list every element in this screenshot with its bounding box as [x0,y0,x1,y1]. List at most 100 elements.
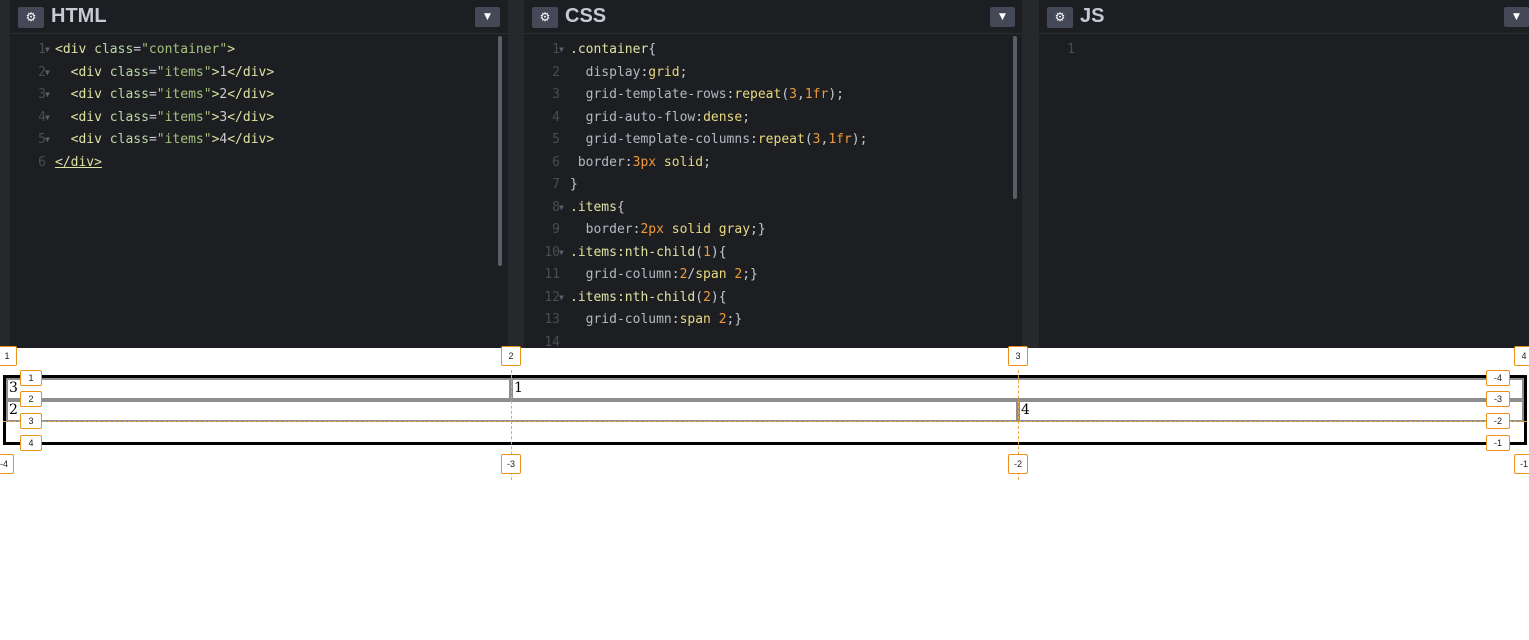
css-code-editor[interactable]: 1 ▼ .container{2 display:grid; 3 grid-templ… [524,39,1022,348]
line-number: 11 [544,267,560,282]
code-token: ) [710,289,719,305]
code-token: grid [648,64,680,80]
code-line: 14 [524,332,1022,349]
code-token: border [577,154,625,170]
chevron-down-icon[interactable]: ▼ [990,7,1015,27]
code-line: 5 ▼ <div class="items">4</div> [10,129,508,152]
gear-icon[interactable]: ⚙ [18,7,44,28]
code-token: .container [570,42,649,57]
row-line-badge-left: 4 [20,435,42,451]
gear-icon[interactable]: ⚙ [1047,7,1073,28]
css-pane: ⚙ CSS ▼ 1 ▼ .container{2 display:grid; 3 gr… [524,0,1022,348]
code-line: 2 ▼ <div class="items">1</div> [10,62,508,85]
code-token: : [671,267,680,282]
grid-item-4: 4 [1018,400,1524,422]
code-token: > [227,42,236,57]
chevron-down-icon[interactable]: ▼ [1504,7,1529,27]
js-pane-header: ⚙ JS ▼ [1039,0,1529,34]
gear-icon[interactable]: ⚙ [532,7,558,28]
code-text: grid-column:2/span 2;} [570,264,758,287]
code-token: grid-column [585,267,672,282]
line-number: 4 [38,109,46,125]
code-token: class [101,87,149,102]
code-text: <div class="items">2</div> [55,84,275,107]
code-text: .items:nth-child(1){ [570,242,727,265]
line-number: 5 [552,132,560,147]
code-token: ( [804,132,813,147]
code-token: ); [828,87,844,102]
code-line: 1 ▼ .container{ [524,39,1022,62]
code-line: 7} [524,174,1022,197]
row-line-badge-right: -4 [1486,370,1510,386]
code-token: 2 [718,312,727,327]
line-number: 3 [38,87,46,102]
html-scrollbar[interactable] [498,36,502,266]
code-text: grid-column:span 2;} [570,309,743,332]
code-line: 4 ▼ <div class="items">3</div> [10,107,508,130]
fold-arrow-icon[interactable]: ▼ [45,84,50,107]
code-token: <div [70,87,102,102]
html-code-editor[interactable]: 1 ▼ <div class="container"> 2 ▼ <div class="… [10,39,508,348]
css-pane-header: ⚙ CSS ▼ [524,0,1022,34]
js-code-editor[interactable]: 1 [1039,39,1529,348]
fold-arrow-icon[interactable]: ▼ [559,39,564,62]
column-line-badge-bottom: -3 [501,454,521,474]
code-token: 2px [640,222,664,237]
line-number: 6 [552,154,560,170]
fold-arrow-icon[interactable]: ▼ [45,62,50,85]
code-token: <div [70,109,102,125]
fold-arrow-icon[interactable]: ▼ [559,287,564,310]
code-token: grid-column [585,312,672,327]
editor-area: ⚙ HTML ▼ 1 ▼ <div class="container"> 2 ▼ <di… [0,0,1529,348]
chevron-down-icon[interactable]: ▼ [475,7,500,27]
fold-arrow-icon[interactable]: ▼ [559,242,564,265]
line-number: 2 [552,64,560,80]
code-token: </div> [227,64,275,80]
code-token: <div [70,132,102,147]
code-token: ;} [726,312,743,327]
code-token: = [148,64,157,80]
code-token: 1 [703,244,711,260]
code-token: dense [703,109,743,125]
code-token: 3px [632,154,657,170]
code-token: ) [710,244,719,260]
code-token: </div> [227,109,275,125]
code-token: ;} [750,222,766,237]
code-text: } [570,174,578,197]
code-token: ( [695,244,704,260]
code-token: span [679,312,719,327]
code-line: 11 grid-column:2/span 2;} [524,264,1022,287]
code-token: repeat [734,87,782,102]
fold-arrow-icon[interactable]: ▼ [45,39,50,62]
css-pane-title: CSS [565,5,607,27]
fold-arrow-icon[interactable]: ▼ [559,197,564,220]
line-number: 2 [38,64,46,80]
code-token: 1fr [804,87,829,102]
line-number: 1 [1067,42,1075,57]
line-number: 1 [552,42,560,57]
code-token: : [671,312,680,327]
row-line-badge-right: -2 [1486,413,1510,429]
css-scrollbar[interactable] [1013,36,1017,199]
code-text: border:3px solid; [570,152,711,175]
line-number: 3 [552,87,560,102]
fold-arrow-icon[interactable]: ▼ [45,129,50,152]
code-token: class [101,64,149,80]
code-token: display [585,64,641,80]
fold-arrow-icon[interactable]: ▼ [45,107,50,130]
code-token: "items" [156,109,212,125]
code-text: border:2px solid gray;} [570,219,766,242]
code-token: 3 [789,87,797,102]
code-token: ; [703,154,711,170]
grid-item-3: 3 [6,378,511,400]
line-number: 8 [552,199,560,215]
line-number: 14 [544,334,560,349]
code-token: "items" [156,64,212,80]
code-text: grid-template-columns:repeat(3,1fr); [570,129,868,152]
grid-row-line-3 [3,421,1527,422]
line-number: 4 [552,109,560,125]
